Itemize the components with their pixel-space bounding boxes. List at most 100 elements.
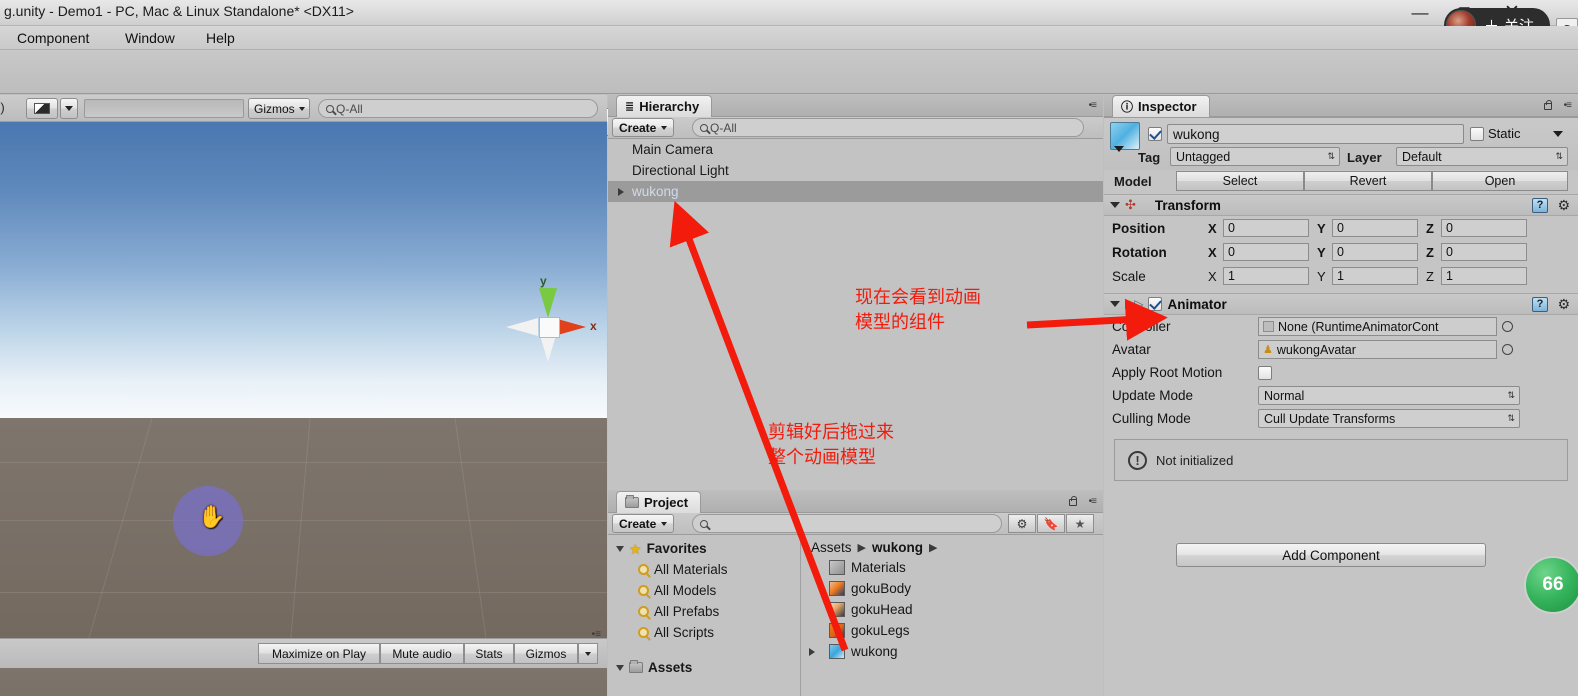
minimize-button[interactable]: — — [1398, 0, 1442, 26]
scene-effects-dropdown[interactable] — [60, 98, 78, 119]
gear-icon[interactable]: ⚙ — [1557, 198, 1570, 212]
chevron-down-icon — [661, 521, 668, 526]
favorite-all-models[interactable]: All Models — [608, 580, 800, 601]
rotation-y-input[interactable]: 0 — [1332, 243, 1418, 261]
tab-project[interactable]: Project — [616, 491, 702, 513]
position-y-input[interactable]: 0 — [1332, 219, 1418, 237]
maximize-on-play-button[interactable]: Maximize on Play — [258, 643, 380, 664]
hierarchy-create-button[interactable]: Create — [612, 118, 675, 137]
layer-dropdown[interactable]: Default ⇅ — [1396, 147, 1568, 166]
panel-menu-icon[interactable]: •≡ — [1089, 496, 1097, 507]
chevron-down-icon[interactable] — [1553, 131, 1563, 137]
static-checkbox[interactable] — [1470, 127, 1484, 141]
project-file-gokubody[interactable]: gokuBody — [801, 578, 1103, 599]
collapse-triangle-icon[interactable] — [1110, 202, 1120, 208]
transform-icon: ✣ — [1125, 197, 1136, 212]
hierarchy-search-input[interactable]: Q-All — [692, 118, 1084, 137]
project-file-materials[interactable]: Materials — [801, 557, 1103, 578]
object-active-checkbox[interactable] — [1148, 127, 1162, 141]
axis-x-label: X — [1208, 220, 1217, 236]
scale-x-input[interactable]: 1 — [1223, 267, 1309, 285]
hierarchy-item-main-camera[interactable]: Main Camera — [608, 139, 1103, 160]
model-open-button[interactable]: Open — [1432, 171, 1568, 191]
gizmo-x-label: x — [590, 319, 597, 333]
tag-dropdown[interactable]: Untagged ⇅ — [1170, 147, 1340, 166]
assets-label: Assets — [648, 660, 693, 675]
lock-icon[interactable] — [1544, 100, 1552, 110]
object-name-input[interactable]: wukong — [1167, 124, 1464, 144]
project-create-button[interactable]: Create — [612, 514, 675, 533]
animator-enabled-checkbox[interactable] — [1148, 297, 1163, 311]
project-file-gokuhead[interactable]: gokuHead — [801, 599, 1103, 620]
project-assets-group[interactable]: Assets — [608, 657, 800, 678]
favorite-label: All Scripts — [654, 625, 715, 640]
panel-menu-icon[interactable]: •≡ — [1089, 100, 1097, 111]
collapse-triangle-icon[interactable] — [1110, 301, 1120, 307]
favorite-label: All Prefabs — [654, 604, 720, 619]
transform-component-header[interactable]: ✣ Transform ? ⚙ — [1104, 194, 1578, 216]
avatar-picker-button[interactable] — [1502, 344, 1513, 355]
scene-viewport[interactable]: ✋ y x — [0, 122, 607, 638]
controller-object-field[interactable]: None (RuntimeAnimatorCont — [1258, 317, 1497, 336]
expand-triangle-icon[interactable] — [809, 647, 815, 656]
panel-menu-icon[interactable]: •≡ — [592, 629, 601, 640]
rotation-z-input[interactable]: 0 — [1441, 243, 1527, 261]
favorites-label: Favorites — [646, 541, 707, 556]
scene-search-input[interactable]: Q-All — [318, 99, 598, 118]
breadcrumb-wukong[interactable]: wukong — [872, 540, 923, 555]
hierarchy-item-wukong[interactable]: wukong — [608, 181, 1103, 202]
project-search-input[interactable] — [692, 514, 1002, 533]
expand-triangle-icon[interactable] — [618, 188, 624, 196]
menu-window[interactable]: Window — [118, 28, 182, 48]
avatar-object-field[interactable]: ♟ wukongAvatar — [1258, 340, 1497, 359]
model-revert-button[interactable]: Revert — [1304, 171, 1432, 191]
controller-picker-button[interactable] — [1502, 321, 1513, 332]
grid-line — [0, 592, 607, 593]
collapse-triangle-icon[interactable] — [616, 545, 624, 552]
position-z-input[interactable]: 0 — [1441, 219, 1527, 237]
scene-gizmos-dropdown[interactable]: Gizmos — [248, 98, 310, 119]
breadcrumb-assets[interactable]: Assets — [811, 540, 852, 555]
tab-hierarchy[interactable]: ≣ Hierarchy — [616, 95, 713, 117]
gear-icon[interactable]: ⚙ — [1557, 297, 1570, 311]
inspector-object-header: wukong Static Tag Untagged ⇅ Layer Defau… — [1104, 118, 1578, 170]
menu-component[interactable]: Component — [10, 28, 96, 48]
scale-y-input[interactable]: 1 — [1332, 267, 1418, 285]
project-file-wukong[interactable]: wukong — [801, 641, 1103, 662]
game-gizmos-dropdown[interactable] — [578, 643, 598, 664]
mute-audio-button[interactable]: Mute audio — [380, 643, 464, 664]
scale-z-input[interactable]: 1 — [1441, 267, 1527, 285]
apply-root-motion-checkbox[interactable] — [1258, 365, 1272, 380]
project-favorites-group[interactable]: ★ Favorites — [608, 538, 800, 559]
scene-lighting-toggle[interactable] — [26, 98, 58, 119]
stats-button[interactable]: Stats — [464, 643, 514, 664]
popup-arrows-icon: ⇅ — [1507, 413, 1515, 423]
rotation-x-input[interactable]: 0 — [1223, 243, 1309, 261]
add-component-button[interactable]: Add Component — [1176, 543, 1486, 567]
favorite-all-materials[interactable]: All Materials — [608, 559, 800, 580]
filter-by-label-button[interactable]: 🔖 — [1037, 514, 1065, 533]
favorite-all-prefabs[interactable]: All Prefabs — [608, 601, 800, 622]
lock-icon[interactable] — [1069, 496, 1077, 506]
animator-component-header[interactable]: ▷▷ Animator ? ⚙ — [1104, 293, 1578, 315]
project-file-gokulegs[interactable]: gokuLegs — [801, 620, 1103, 641]
position-x-input[interactable]: 0 — [1223, 219, 1309, 237]
collapse-triangle-icon[interactable] — [616, 664, 624, 671]
audio-icon[interactable]: )) — [0, 100, 5, 115]
apply-root-motion-label: Apply Root Motion — [1112, 365, 1223, 380]
help-icon[interactable]: ? — [1532, 296, 1548, 312]
culling-mode-dropdown[interactable]: Cull Update Transforms ⇅ — [1258, 409, 1520, 428]
model-select-button[interactable]: Select — [1176, 171, 1304, 191]
save-search-button[interactable]: ★ — [1066, 514, 1094, 533]
panel-menu-icon[interactable]: •≡ — [1564, 100, 1572, 111]
filter-by-type-button[interactable]: ⚙ — [1008, 514, 1036, 533]
favorite-all-scripts[interactable]: All Scripts — [608, 622, 800, 643]
help-icon[interactable]: ? — [1532, 197, 1548, 213]
game-gizmos-button[interactable]: Gizmos — [514, 643, 578, 664]
hierarchy-item-directional-light[interactable]: Directional Light — [608, 160, 1103, 181]
scene-orientation-gizmo[interactable]: y x — [498, 274, 598, 374]
update-mode-dropdown[interactable]: Normal ⇅ — [1258, 386, 1520, 405]
scene-view-spacer — [84, 99, 244, 118]
tab-inspector[interactable]: ⓘ Inspector — [1112, 95, 1210, 117]
menu-help[interactable]: Help — [199, 28, 242, 48]
